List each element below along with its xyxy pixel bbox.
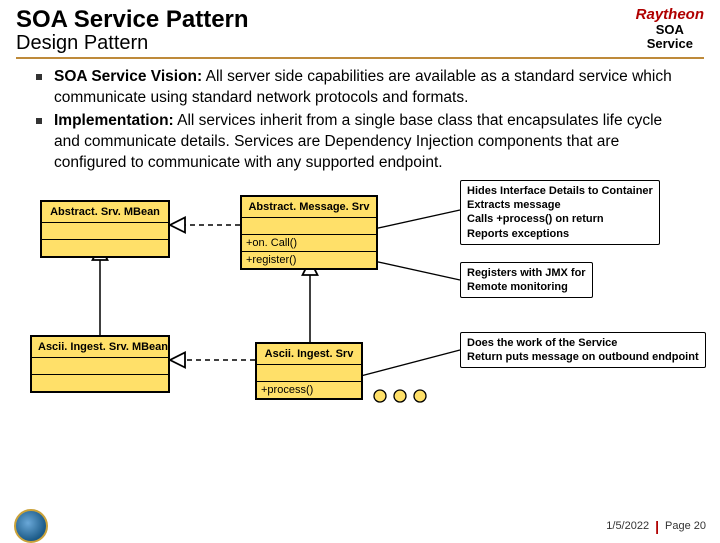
uml-attr-section (42, 223, 168, 240)
bullet-item: SOA Service Vision: All server side capa… (30, 67, 690, 109)
brand-sub-2: Service (636, 37, 704, 51)
note-line: Remote monitoring (467, 280, 586, 294)
content-area: SOA Service Vision: All server side capa… (0, 67, 720, 430)
note-register: Registers with JMX for Remote monitoring (460, 262, 593, 299)
uml-ops-section (32, 375, 168, 391)
uml-attr-section (32, 358, 168, 375)
uml-class-name: Abstract. Srv. MBean (42, 202, 168, 223)
uml-op: +process() (257, 382, 361, 398)
uml-diagram: Abstract. Srv. MBean Abstract. Message. … (30, 180, 720, 430)
note-line: Registers with JMX for (467, 266, 586, 280)
footer-right: 1/5/2022 | Page 20 (606, 518, 706, 534)
uml-class-name: Abstract. Message. Srv (242, 197, 376, 218)
note-line: Reports exceptions (467, 227, 653, 241)
uml-ascii-ingest-srv-mbean: Ascii. Ingest. Srv. MBean (30, 335, 170, 393)
slide-footer: 1/5/2022 | Page 20 (0, 512, 720, 540)
page-title: SOA Service Pattern (16, 6, 249, 34)
uml-ops-section (42, 240, 168, 256)
page-subtitle: Design Pattern (16, 32, 249, 55)
brand-sub-1: SOA (636, 23, 704, 37)
note-oncall: Hides Interface Details to Container Ext… (460, 180, 660, 245)
footer-separator-icon: | (655, 518, 659, 534)
uml-attr-section (242, 218, 376, 235)
uml-ascii-ingest-srv: Ascii. Ingest. Srv +process() (255, 342, 363, 400)
note-line: Extracts message (467, 198, 653, 212)
slide-header: SOA Service Pattern Design Pattern Rayth… (0, 0, 720, 55)
header-rule (16, 57, 704, 59)
uml-abstract-srv-mbean: Abstract. Srv. MBean (40, 200, 170, 258)
uml-class-name: Ascii. Ingest. Srv. MBean (32, 337, 168, 358)
footer-date: 1/5/2022 (606, 520, 649, 532)
uml-attr-section (257, 365, 361, 382)
uml-class-name: Ascii. Ingest. Srv (257, 344, 361, 365)
title-block: SOA Service Pattern Design Pattern (16, 6, 249, 55)
uml-op: +on. Call() (242, 235, 376, 252)
note-line: Return puts message on outbound endpoint (467, 350, 699, 364)
bullet-list: SOA Service Vision: All server side capa… (30, 67, 690, 174)
footer-badge-icon (14, 509, 48, 543)
note-line: Calls +process() on return (467, 212, 653, 226)
note-line: Hides Interface Details to Container (467, 184, 653, 198)
brand-block: Raytheon SOA Service (636, 6, 704, 52)
footer-page: Page 20 (665, 520, 706, 532)
bullet-item: Implementation: All services inherit fro… (30, 111, 690, 174)
note-line: Does the work of the Service (467, 336, 699, 350)
uml-abstract-message-srv: Abstract. Message. Srv +on. Call() +regi… (240, 195, 378, 270)
brand-logo: Raytheon (636, 6, 704, 23)
bullet-lead: Implementation: (54, 112, 174, 129)
note-process: Does the work of the Service Return puts… (460, 332, 706, 369)
uml-op: +register() (242, 252, 376, 268)
bullet-lead: SOA Service Vision: (54, 68, 202, 85)
